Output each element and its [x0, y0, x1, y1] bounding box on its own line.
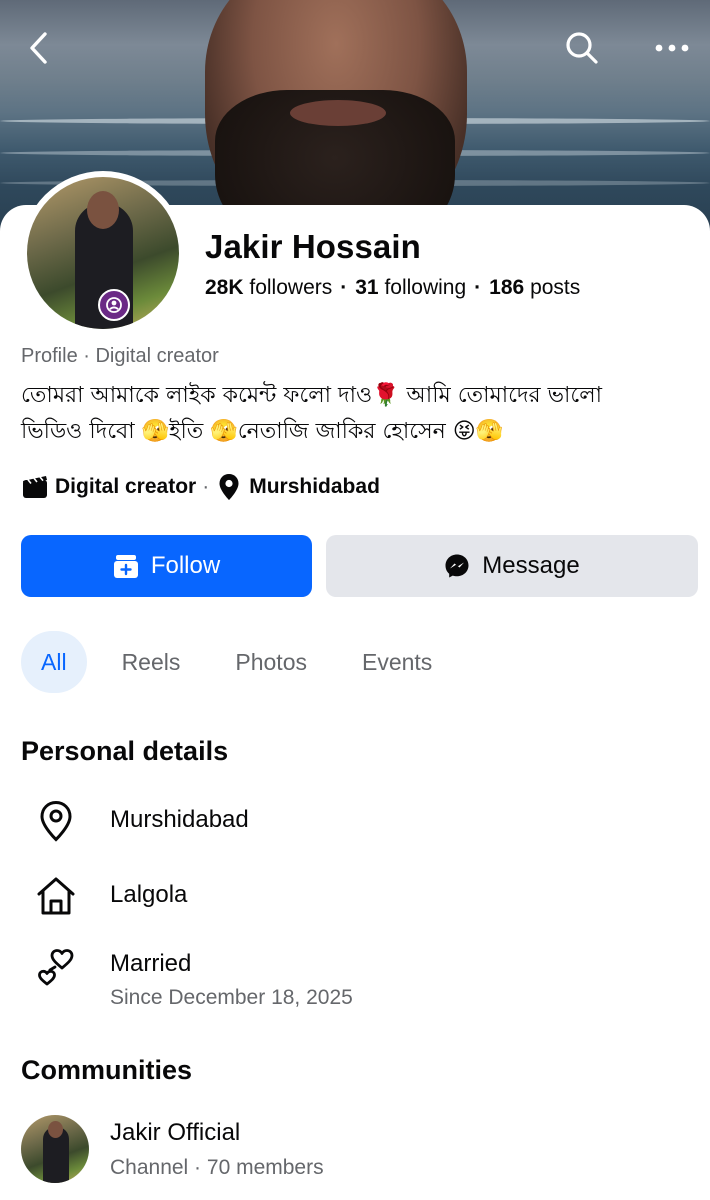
avatar-head	[87, 191, 119, 229]
follow-button[interactable]: Follow	[21, 535, 312, 597]
tab-all[interactable]: All	[21, 631, 87, 693]
profile-info-row: Digital creator · Murshidabad	[21, 473, 380, 501]
detail-relationship[interactable]: Married	[110, 950, 191, 978]
more-options-button[interactable]	[646, 22, 698, 74]
profile-bio: তোমরা আমাকে লাইক কমেন্ট ফলো দাও🌹 আমি তোম…	[21, 378, 701, 450]
detail-relationship-since: Since December 18, 2025	[110, 986, 353, 1009]
tab-photos[interactable]: Photos	[215, 631, 327, 693]
profile-tabs: All Reels Photos Events	[21, 631, 467, 693]
profile-avatar[interactable]	[21, 171, 185, 335]
chevron-left-icon	[25, 30, 55, 66]
location-pin-icon	[215, 473, 243, 501]
search-button[interactable]	[556, 22, 608, 74]
home-icon	[30, 870, 82, 922]
search-icon	[564, 30, 600, 66]
following-count[interactable]: 31	[355, 276, 378, 299]
more-horizontal-icon	[654, 42, 690, 54]
detail-hometown[interactable]: Lalgola	[110, 881, 187, 909]
message-label: Message	[482, 552, 580, 579]
info-separator: ·	[202, 475, 210, 498]
tab-reels[interactable]: Reels	[102, 631, 201, 693]
follow-icon	[113, 553, 139, 579]
back-button[interactable]	[14, 22, 66, 74]
profile-name: Jakir Hossain	[205, 228, 421, 265]
stats-separator: ·	[474, 276, 482, 299]
community-meta: Channel · 70 members	[110, 1156, 324, 1179]
community-avatar[interactable]	[21, 1115, 89, 1183]
message-button[interactable]: Message	[326, 535, 698, 597]
location-label[interactable]: Murshidabad	[249, 475, 380, 499]
following-label[interactable]: following	[384, 276, 466, 299]
followers-label[interactable]: followers	[249, 276, 332, 299]
posts-label: posts	[530, 276, 581, 299]
professional-badge-icon	[98, 289, 130, 321]
stats-separator: ·	[340, 276, 348, 299]
cover-mouth	[290, 100, 386, 126]
community-name[interactable]: Jakir Official	[110, 1119, 240, 1147]
bio-line: তোমরা আমাকে লাইক কমেন্ট ফলো দাও🌹 আমি তোম…	[21, 383, 602, 408]
profile-stats: 28K followers · 31 following · 186 posts	[205, 276, 580, 300]
messenger-icon	[444, 553, 470, 579]
followers-count[interactable]: 28K	[205, 276, 244, 299]
hearts-icon	[30, 942, 82, 994]
category-label[interactable]: Digital creator	[55, 475, 196, 499]
community-avatar-head	[48, 1121, 63, 1138]
follow-label: Follow	[150, 552, 221, 579]
bio-line: ভিডিও দিবো 🫣ইতি 🫣নেতাজি জাকির হোসেন 😝🫣	[21, 419, 504, 444]
personal-details-title: Personal details	[21, 736, 229, 766]
posts-count: 186	[489, 276, 525, 299]
profile-type: Profile · Digital creator	[21, 345, 219, 367]
location-pin-icon	[30, 795, 82, 847]
communities-title: Communities	[21, 1055, 193, 1085]
clapperboard-icon	[21, 473, 49, 501]
detail-current-city[interactable]: Murshidabad	[110, 806, 249, 834]
tab-events[interactable]: Events	[342, 631, 452, 693]
